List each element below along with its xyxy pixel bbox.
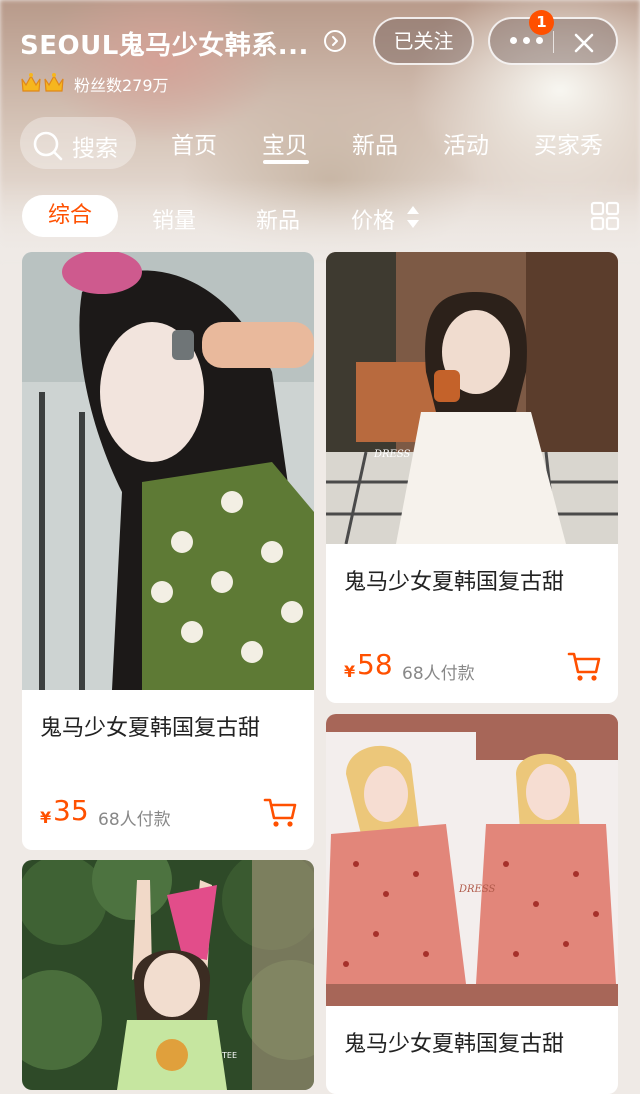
product-price: 35 (53, 794, 89, 827)
tab-home[interactable]: 首页 (171, 126, 217, 160)
filter-new[interactable]: 新品 (256, 203, 300, 235)
product-card[interactable]: TEE (22, 860, 314, 1090)
image-watermark: DRESS (458, 884, 496, 895)
product-price: 58 (357, 648, 393, 681)
product-image: TEE (22, 860, 314, 1090)
filter-price[interactable]: 价格 (351, 203, 395, 235)
filter-bar: 综合 销量 新品 价格 (0, 193, 640, 243)
follow-button[interactable]: 已关注 (373, 17, 474, 65)
active-tab-indicator (263, 160, 309, 164)
fans-count: 粉丝数279万 (74, 76, 169, 95)
shop-header: SEOUL鬼马少女韩系... 粉丝数279万 已关注 1 (0, 0, 640, 100)
notification-badge: 1 (529, 10, 554, 35)
product-title: 鬼马少女夏韩国复古甜 (344, 570, 565, 595)
cart-icon[interactable] (263, 797, 297, 829)
close-icon[interactable] (572, 31, 596, 55)
crown-rank-icon (21, 73, 64, 92)
shop-info-arrow-icon[interactable] (324, 30, 346, 52)
search-icon (33, 131, 63, 161)
sort-icon (407, 206, 419, 228)
capsule-divider (553, 31, 554, 53)
product-image: DRESS (326, 252, 618, 544)
product-image: DRESS (326, 714, 618, 1006)
price-currency: ¥ (40, 808, 52, 827)
tab-new[interactable]: 新品 (352, 126, 398, 160)
product-title: 鬼马少女夏韩国复古甜 (40, 716, 261, 741)
product-image (22, 252, 314, 690)
product-title: 鬼马少女夏韩国复古甜 (344, 1032, 565, 1057)
tab-products[interactable]: 宝贝 (262, 126, 308, 160)
grid-view-icon[interactable] (590, 201, 620, 231)
filter-sales[interactable]: 销量 (152, 203, 196, 235)
product-card[interactable]: 鬼马少女夏韩国复古甜 ¥ 35 68人付款 (22, 252, 314, 850)
sales-count: 68人付款 (402, 664, 475, 684)
shop-nav: 搜索 首页 宝贝 新品 活动 买家秀 (0, 116, 640, 172)
cart-icon[interactable] (567, 651, 601, 683)
tab-events[interactable]: 活动 (443, 126, 489, 160)
filter-comprehensive[interactable]: 综合 (22, 195, 118, 237)
more-icon[interactable] (510, 37, 544, 45)
product-card[interactable]: DRESS 鬼马少女夏韩国复古甜 ¥ 58 68人付款 (326, 252, 618, 703)
tab-buyer-show[interactable]: 买家秀 (534, 126, 603, 160)
price-currency: ¥ (344, 662, 356, 681)
image-watermark: DRESS (373, 449, 411, 460)
sales-count: 68人付款 (98, 810, 171, 830)
image-watermark: TEE (221, 1051, 237, 1060)
search-button[interactable]: 搜索 (20, 117, 136, 169)
product-card[interactable]: DRESS 鬼马少女夏韩国复古甜 (326, 714, 618, 1094)
shop-name[interactable]: SEOUL鬼马少女韩系... (20, 25, 309, 62)
search-label: 搜索 (72, 136, 118, 162)
